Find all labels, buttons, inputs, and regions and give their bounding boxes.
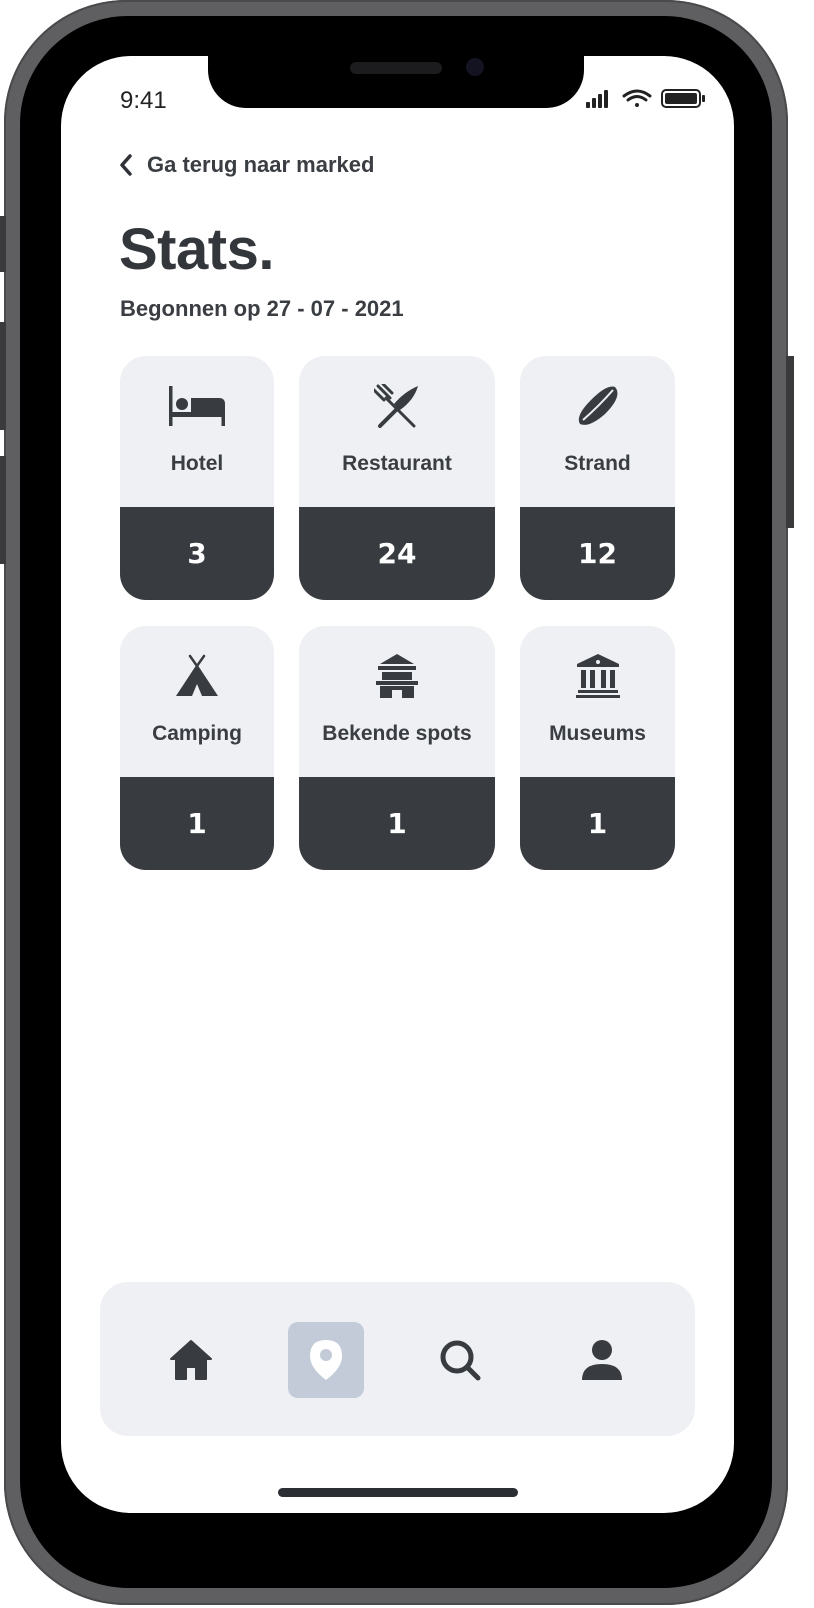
stat-card-camping[interactable]: Camping 1 bbox=[120, 626, 274, 870]
screen: 9:41 Ga terug naar marked Stats. Begonne… bbox=[61, 56, 734, 1513]
card-count: 1 bbox=[120, 777, 274, 870]
back-link[interactable]: Ga terug naar marked bbox=[119, 152, 374, 178]
tab-search[interactable] bbox=[422, 1322, 498, 1398]
stat-card-restaurant[interactable]: Restaurant 24 bbox=[299, 356, 495, 600]
user-icon bbox=[582, 1340, 622, 1380]
museum-icon bbox=[520, 654, 675, 700]
surfboard-icon bbox=[520, 384, 675, 430]
wifi-icon bbox=[622, 89, 652, 107]
notch bbox=[208, 56, 584, 108]
mute-switch bbox=[0, 216, 6, 272]
volume-down-button bbox=[0, 456, 6, 564]
card-count: 24 bbox=[299, 507, 495, 600]
card-label: Museums bbox=[549, 722, 646, 745]
start-date-subtitle: Begonnen op 27 - 07 - 2021 bbox=[120, 296, 404, 321]
volume-up-button bbox=[0, 322, 6, 430]
tab-profile[interactable] bbox=[564, 1322, 640, 1398]
stat-card-bekende-spots[interactable]: Bekende spots 1 bbox=[299, 626, 495, 870]
card-label: Hotel bbox=[170, 452, 224, 475]
bottom-tab-bar bbox=[100, 1282, 695, 1436]
bed-icon bbox=[120, 384, 274, 430]
card-label: Strand bbox=[564, 452, 631, 475]
landmark-building-icon bbox=[299, 654, 495, 700]
card-count: 3 bbox=[120, 507, 274, 600]
card-label: Restaurant bbox=[342, 452, 452, 475]
chevron-left-icon bbox=[120, 154, 132, 176]
speaker bbox=[350, 62, 442, 74]
stat-card-museums[interactable]: Museums 1 bbox=[520, 626, 675, 870]
front-camera bbox=[466, 58, 484, 76]
stat-card-hotel[interactable]: Hotel 3 bbox=[120, 356, 274, 600]
card-count: 1 bbox=[299, 777, 495, 870]
utensils-icon bbox=[299, 384, 495, 430]
battery-icon bbox=[661, 89, 705, 108]
home-indicator bbox=[278, 1488, 518, 1497]
back-label: Ga terug naar marked bbox=[147, 152, 375, 177]
card-count: 1 bbox=[520, 777, 675, 870]
page-title: Stats. bbox=[119, 217, 274, 282]
card-label: Bekende spots bbox=[322, 722, 472, 745]
tab-map[interactable] bbox=[288, 1322, 364, 1398]
signal-icon bbox=[586, 90, 608, 108]
home-icon bbox=[170, 1340, 212, 1380]
card-count: 12 bbox=[520, 507, 675, 600]
status-time: 9:41 bbox=[120, 87, 167, 114]
status-icons bbox=[586, 87, 706, 109]
power-button bbox=[786, 356, 794, 528]
card-label: Camping bbox=[152, 722, 242, 745]
stat-card-strand[interactable]: Strand 12 bbox=[520, 356, 675, 600]
search-icon bbox=[440, 1340, 481, 1381]
tab-home[interactable] bbox=[153, 1322, 229, 1398]
tent-icon bbox=[120, 654, 274, 700]
map-pin-icon bbox=[310, 1340, 342, 1380]
